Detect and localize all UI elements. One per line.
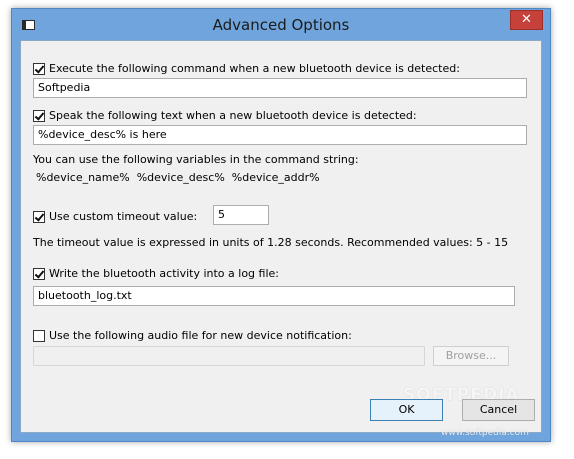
timeout-hint: The timeout value is expressed in units … — [33, 236, 509, 249]
audio-file-label: Use the following audio file for new dev… — [49, 329, 352, 342]
variables-list: %device_name% %device_desc% %device_addr… — [36, 171, 320, 184]
speak-text-checkbox[interactable] — [33, 109, 45, 122]
window-title: Advanced Options — [212, 16, 350, 34]
speak-text-label: Speak the following text when a new blue… — [49, 109, 417, 122]
close-button[interactable]: ✕ — [510, 10, 543, 30]
log-file-checkbox[interactable] — [33, 267, 45, 280]
custom-timeout-checkbox[interactable] — [33, 210, 45, 223]
speak-text-option[interactable]: Speak the following text when a new blue… — [33, 109, 417, 122]
advanced-options-window: Advanced Options ✕ Execute the following… — [11, 8, 551, 442]
custom-timeout-option[interactable]: Use custom timeout value: — [33, 210, 197, 223]
log-file-option[interactable]: Write the bluetooth activity into a log … — [33, 267, 279, 280]
audio-file-checkbox[interactable] — [33, 329, 45, 342]
speak-text-input[interactable]: %device_desc% is here — [33, 125, 527, 145]
cancel-button[interactable]: Cancel — [462, 399, 535, 421]
command-input[interactable]: Softpedia — [33, 78, 527, 98]
variables-hint: You can use the following variables in t… — [33, 153, 359, 166]
log-file-label: Write the bluetooth activity into a log … — [49, 267, 279, 280]
dialog-body: Execute the following command when a new… — [20, 40, 542, 438]
log-file-input[interactable]: bluetooth_log.txt — [33, 286, 515, 306]
ok-button[interactable]: OK — [370, 399, 443, 421]
title-bar[interactable]: Advanced Options ✕ — [12, 9, 550, 40]
execute-command-label: Execute the following command when a new… — [49, 62, 460, 75]
browse-button[interactable]: Browse... — [433, 346, 509, 366]
softpedia-watermark-url: www.softpedia.com — [441, 428, 529, 438]
execute-command-option[interactable]: Execute the following command when a new… — [33, 62, 460, 75]
audio-file-input[interactable] — [33, 346, 425, 366]
execute-command-checkbox[interactable] — [33, 62, 45, 75]
custom-timeout-label: Use custom timeout value: — [49, 210, 198, 223]
audio-file-option[interactable]: Use the following audio file for new dev… — [33, 329, 352, 342]
timeout-input[interactable]: 5 — [213, 205, 269, 225]
